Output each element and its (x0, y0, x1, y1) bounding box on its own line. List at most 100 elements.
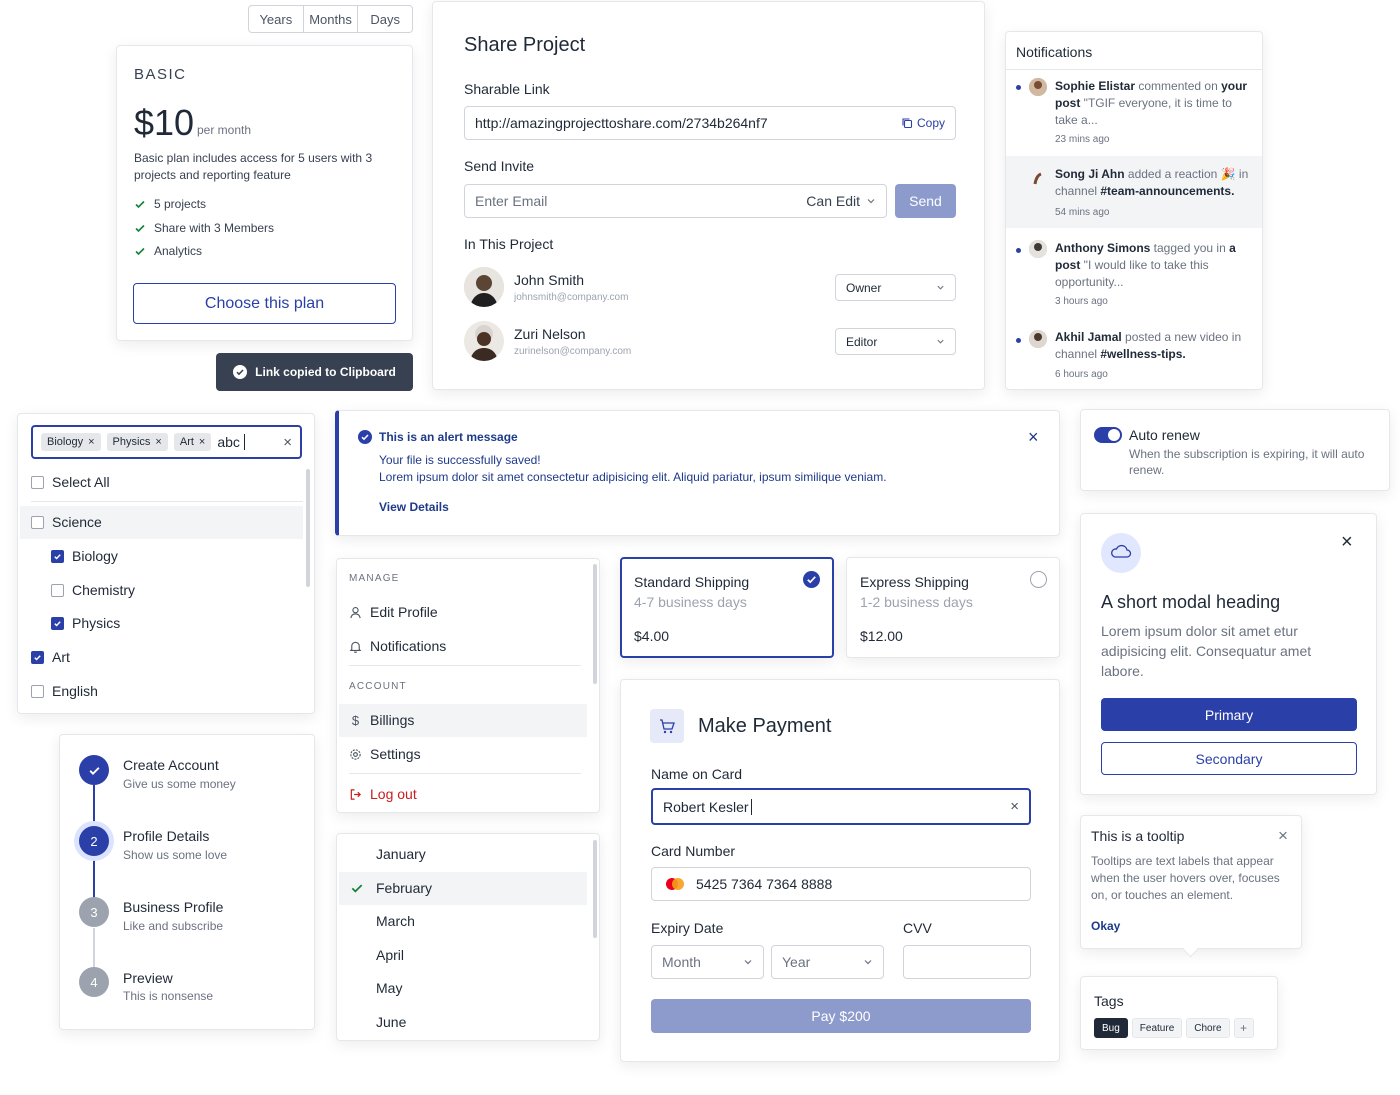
view-details-link[interactable]: View Details (379, 500, 449, 514)
invite-label: Send Invite (464, 158, 535, 174)
cart-icon (650, 709, 684, 743)
gear-icon (349, 748, 362, 761)
share-title: Share Project (464, 34, 586, 56)
month-option[interactable]: January (376, 846, 426, 862)
menu-edit-profile[interactable]: Edit Profile (349, 604, 438, 620)
payment-title: Make Payment (698, 715, 832, 737)
month-option[interactable]: May (376, 980, 402, 996)
close-icon[interactable]: × (1341, 531, 1353, 554)
notification-item[interactable]: Sophie Elistar commented on your post "T… (1006, 70, 1262, 156)
notification-item[interactable]: Song Ji Ahn added a reaction 🎉 in channe… (1006, 156, 1262, 228)
primary-button[interactable]: Primary (1101, 698, 1357, 731)
scrollbar[interactable] (593, 840, 597, 938)
option-chemistry[interactable]: Chemistry (51, 582, 135, 598)
checkbox[interactable] (51, 616, 64, 630)
alert-line: Lorem ipsum dolor sit amet consectetur a… (379, 470, 887, 484)
checkbox[interactable] (31, 650, 44, 664)
option-english[interactable]: English (31, 683, 98, 699)
tag-search-input[interactable]: Biology × Physics × Art × abc × (31, 425, 302, 459)
auto-renew-card: Auto renew When the subscription is expi… (1080, 409, 1390, 491)
mastercard-icon (664, 877, 686, 891)
modal-heading: A short modal heading (1101, 592, 1281, 612)
auto-renew-toggle[interactable] (1094, 427, 1122, 443)
scrollbar[interactable] (593, 564, 597, 684)
month-option[interactable]: April (376, 947, 404, 963)
clear-icon[interactable]: × (1010, 798, 1019, 815)
menu-logout[interactable]: Log out (349, 786, 417, 802)
checkbox[interactable] (31, 684, 44, 698)
bell-icon (349, 640, 362, 653)
check-icon (88, 764, 101, 777)
option-select-all[interactable]: Select All (31, 474, 110, 490)
tag-bug[interactable]: Bug (1094, 1018, 1128, 1038)
tag-chore[interactable]: Chore (1186, 1018, 1230, 1038)
selected-chip[interactable]: Physics × (106, 433, 168, 451)
tag-feature[interactable]: Feature (1131, 1018, 1183, 1038)
month-option-selected[interactable]: February (376, 880, 432, 896)
permission-select[interactable]: Can Edit (806, 193, 876, 209)
option-science[interactable]: Science (31, 514, 102, 530)
tab-months[interactable]: Months (304, 6, 359, 32)
tooltip-title: This is a tooltip (1091, 828, 1185, 844)
checkbox[interactable] (31, 515, 44, 529)
selected-chip[interactable]: Art × (173, 433, 212, 451)
plan-feature: Share with 3 Members (134, 221, 274, 235)
sharable-link-field[interactable]: http://amazingprojecttoshare.com/2734b26… (464, 106, 956, 140)
shipping-option-standard[interactable]: Standard Shipping 4-7 business days $4.0… (620, 557, 834, 658)
menu-notifications[interactable]: Notifications (349, 638, 446, 654)
notification-item[interactable]: Akhil Jamal posted a new video in channe… (1006, 318, 1262, 389)
close-icon[interactable]: × (1028, 427, 1039, 448)
cvv-field[interactable] (903, 945, 1031, 979)
notification-item[interactable]: Anthony Simons tagged you in a post "I w… (1006, 228, 1262, 318)
expiry-month-select[interactable]: Month (651, 945, 764, 979)
radio-button[interactable] (1030, 571, 1047, 588)
check-circle-icon[interactable] (803, 571, 820, 588)
expiry-year-select[interactable]: Year (771, 945, 884, 979)
close-icon[interactable]: × (1278, 826, 1288, 846)
clear-icon[interactable]: × (283, 434, 292, 451)
option-biology[interactable]: Biology (51, 548, 118, 564)
month-option[interactable]: June (376, 1014, 406, 1030)
checkbox[interactable] (51, 583, 64, 597)
menu-settings[interactable]: Settings (349, 746, 421, 762)
month-option[interactable]: March (376, 913, 415, 929)
shipping-price: $4.00 (634, 628, 670, 644)
divider (31, 501, 303, 502)
name-on-card-field[interactable]: Robert Kesler × (651, 788, 1031, 825)
member-role-select[interactable]: Owner (835, 274, 956, 301)
clipboard-toast: Link copied to Clipboard (216, 353, 413, 391)
close-icon[interactable]: × (199, 436, 205, 448)
okay-button[interactable]: Okay (1091, 919, 1120, 933)
chevron-down-icon (866, 196, 876, 206)
shipping-option-express[interactable]: Express Shipping 1-2 business days $12.0… (846, 557, 1060, 658)
checkbox[interactable] (51, 549, 64, 563)
close-icon[interactable]: × (155, 436, 161, 448)
tab-days[interactable]: Days (358, 6, 412, 32)
section-label: ACCOUNT (349, 681, 407, 692)
user-icon (349, 606, 362, 619)
account-menu: MANAGE Edit Profile Notifications ACCOUN… (336, 558, 600, 813)
secondary-button[interactable]: Secondary (1101, 742, 1357, 775)
unread-dot (1016, 248, 1021, 253)
send-invite-button[interactable]: Send (895, 184, 956, 218)
choose-plan-button[interactable]: Choose this plan (133, 283, 396, 324)
add-tag-button[interactable]: + (1233, 1018, 1254, 1038)
scrollbar[interactable] (306, 469, 310, 587)
selected-chip[interactable]: Biology × (41, 433, 101, 451)
close-icon[interactable]: × (88, 436, 94, 448)
member-role-select[interactable]: Editor (835, 328, 956, 355)
pay-button[interactable]: Pay $200 (651, 999, 1031, 1033)
option-art[interactable]: Art (31, 649, 70, 665)
card-number-field[interactable]: 5425 7364 7364 8888 (651, 867, 1031, 901)
avatar (1029, 240, 1047, 258)
link-label: Sharable Link (464, 81, 550, 97)
invite-email-field[interactable]: Enter Email Can Edit (464, 184, 887, 218)
notification-actor: Anthony Simons (1055, 241, 1151, 255)
notification-time: 54 mins ago (1055, 207, 1110, 218)
shipping-eta: 4-7 business days (634, 594, 747, 610)
checkbox[interactable] (31, 475, 44, 489)
option-physics[interactable]: Physics (51, 615, 120, 631)
tab-years[interactable]: Years (249, 6, 304, 32)
menu-billings[interactable]: $ Billings (349, 712, 414, 728)
copy-button[interactable]: Copy (901, 116, 945, 130)
